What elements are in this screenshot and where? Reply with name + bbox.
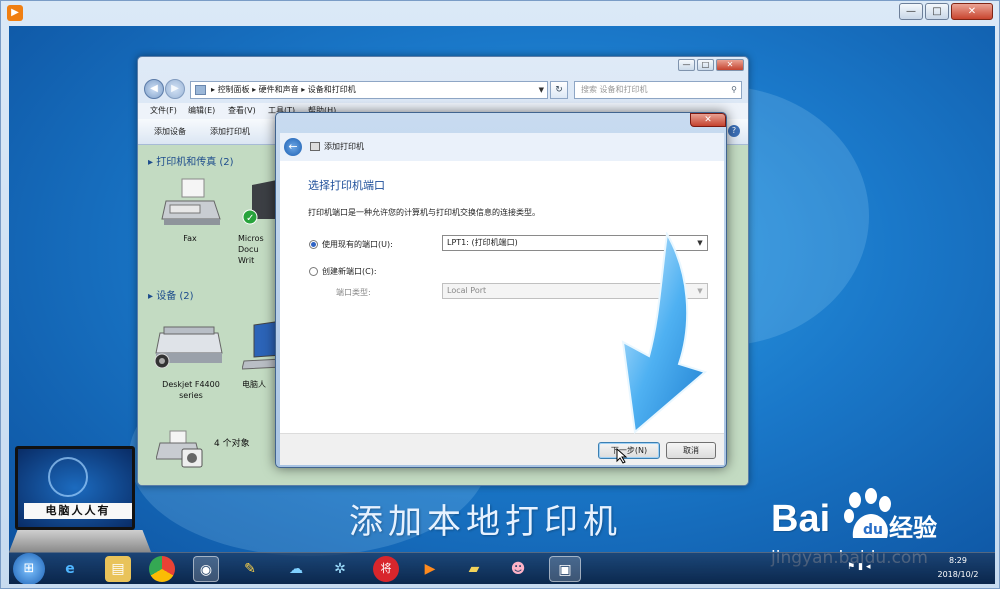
group-devices-label: 设备 (2)	[156, 291, 194, 302]
dialog-heading: 选择打印机端口	[308, 179, 385, 192]
network-icon[interactable]: ▮	[858, 562, 866, 572]
breadcrumb-hardware-sound[interactable]: 硬件和声音	[259, 85, 299, 94]
outer-close-button[interactable]: ✕	[951, 3, 993, 20]
menu-view[interactable]: 查看(V)	[228, 103, 256, 119]
clock-time: 8:29	[949, 556, 967, 565]
ie-icon[interactable]: e	[57, 556, 83, 582]
dialog-description: 打印机端口是一种允许您的计算机与打印机交换信息的连接类型。	[308, 208, 540, 217]
group-printers-heading[interactable]: ▸ 打印机和传真 (2)	[148, 153, 234, 168]
dialog-back-button[interactable]: ←	[284, 138, 302, 156]
use-existing-port-label[interactable]: 使用现有的端口(U):	[322, 239, 393, 250]
app-icon[interactable]: ◉	[193, 556, 219, 582]
explorer-close-button[interactable]: ✕	[716, 59, 744, 71]
player-app-icon: ▶	[7, 5, 23, 21]
svg-text:du: du	[863, 522, 883, 538]
tutorial-caption: 添加本地打印机	[349, 502, 622, 542]
outer-title-bar: ▶ — □ ✕	[1, 1, 1000, 26]
taskbar: ⊞ e ▤ ◉ ✎ ☁ ✲ 将 ▶ ▰ ☻ ▣ ⚑▮◂ 8:29 2018/10…	[9, 552, 995, 584]
create-new-port-label[interactable]: 创建新端口(C):	[322, 266, 377, 277]
instruction-arrow-icon	[621, 232, 708, 434]
game-icon[interactable]: 将	[373, 556, 399, 582]
search-placeholder: 搜索 设备和打印机	[581, 85, 648, 94]
svg-text:✓: ✓	[246, 213, 254, 224]
folder-icon[interactable]: ▤	[105, 556, 131, 582]
address-separator: ▸	[252, 85, 257, 94]
control-panel-icon	[195, 85, 206, 95]
refresh-button[interactable]: ↻	[550, 81, 568, 99]
player-icon[interactable]: ▶	[417, 556, 443, 582]
explorer-maximize-button[interactable]: □	[697, 59, 714, 71]
explorer-minimize-button[interactable]: —	[678, 59, 695, 71]
search-icon: ⚲	[731, 85, 737, 94]
address-separator: ▸	[211, 85, 216, 94]
cloud-icon[interactable]: ☁	[283, 556, 309, 582]
address-separator: ▸	[301, 85, 306, 94]
mouse-cursor-icon	[616, 448, 628, 464]
pinwheel-icon[interactable]: ✲	[327, 556, 353, 582]
status-printer-icon	[156, 430, 203, 468]
address-dropdown-icon[interactable]: ▼	[539, 82, 544, 98]
laptop-keyboard	[9, 530, 151, 552]
port-type-value: Local Port	[447, 286, 487, 295]
laptop-screen-inner: 电脑人人有	[18, 449, 132, 527]
use-existing-port-radio[interactable]	[309, 240, 318, 249]
breadcrumb-control-panel[interactable]: 控制面板	[218, 85, 250, 94]
dialog-close-button[interactable]: ✕	[690, 113, 726, 127]
dialog-title: 添加打印机	[324, 142, 364, 151]
search-input[interactable]: 搜索 设备和打印机 ⚲	[574, 81, 742, 99]
back-nav-button[interactable]: ◀	[144, 79, 164, 99]
outer-maximize-button[interactable]: □	[925, 3, 949, 20]
add-device-button[interactable]: 添加设备	[154, 119, 186, 145]
fax-label[interactable]: Fax	[158, 233, 222, 244]
outer-app-window: ▶ — □ ✕ — □ ✕ ◀ ▶ ▸ 控制面板 ▸ 硬件和声音 ▸ 设备和打印…	[0, 0, 1000, 589]
dialog-header: ← 添加打印机	[280, 133, 724, 161]
printer-small-icon	[310, 142, 320, 151]
chrome-icon[interactable]	[149, 556, 175, 582]
desktop: — □ ✕ ◀ ▶ ▸ 控制面板 ▸ 硬件和声音 ▸ 设备和打印机 ▼ ↻ 搜索…	[9, 26, 995, 584]
cancel-button[interactable]: 取消	[666, 442, 716, 459]
add-printer-button[interactable]: 添加打印机	[210, 119, 250, 145]
devices-icon[interactable]: ▣	[549, 556, 581, 582]
help-icon[interactable]: ?	[728, 125, 740, 137]
taskbar-clock[interactable]: 8:29 2018/10/2	[925, 554, 991, 584]
note-icon[interactable]: ▰	[461, 556, 487, 582]
menu-edit[interactable]: 编辑(E)	[188, 103, 215, 119]
xps-writer-label[interactable]: Micros Docu Writ	[238, 233, 278, 266]
system-tray: ⚑▮◂	[847, 562, 874, 572]
deskjet-label[interactable]: Deskjet F4400 series	[152, 379, 230, 401]
address-bar[interactable]: ▸ 控制面板 ▸ 硬件和声音 ▸ 设备和打印机 ▼	[190, 81, 548, 99]
existing-port-value: LPT1: (打印机端口)	[447, 238, 518, 247]
volume-icon[interactable]: ◂	[866, 562, 874, 572]
port-type-label: 端口类型:	[336, 288, 371, 297]
baidu-logo-text: Bai	[771, 498, 831, 540]
paint-icon[interactable]: ✎	[237, 556, 263, 582]
clock-date: 2018/10/2	[937, 570, 979, 579]
breadcrumb-devices-printers[interactable]: 设备和打印机	[308, 85, 356, 94]
create-new-port-radio[interactable]	[309, 267, 318, 276]
group-printers-label: 打印机和传真 (2)	[156, 157, 234, 168]
forward-nav-button[interactable]: ▶	[165, 79, 185, 99]
pig-icon[interactable]: ☻	[505, 556, 531, 582]
group-devices-heading[interactable]: ▸ 设备 (2)	[148, 287, 194, 302]
start-button[interactable]: ⊞	[13, 553, 45, 584]
menu-file[interactable]: 文件(F)	[150, 103, 177, 119]
scanner-printer-icon	[154, 326, 223, 369]
fax-printer-icon	[161, 178, 221, 225]
outer-minimize-button[interactable]: —	[899, 3, 923, 20]
channel-logo-laptop: 电脑人人有	[9, 444, 159, 564]
laptop-screen: 电脑人人有	[15, 446, 135, 530]
laptop-label: 电脑人人有	[24, 503, 132, 519]
logo-figure-icon	[48, 457, 88, 497]
baidu-jingyan-text: 经验	[889, 514, 937, 542]
next-button[interactable]: 下一步(N)	[598, 442, 660, 459]
flag-icon[interactable]: ⚑	[847, 562, 858, 572]
object-count: 4 个对象	[214, 439, 250, 449]
